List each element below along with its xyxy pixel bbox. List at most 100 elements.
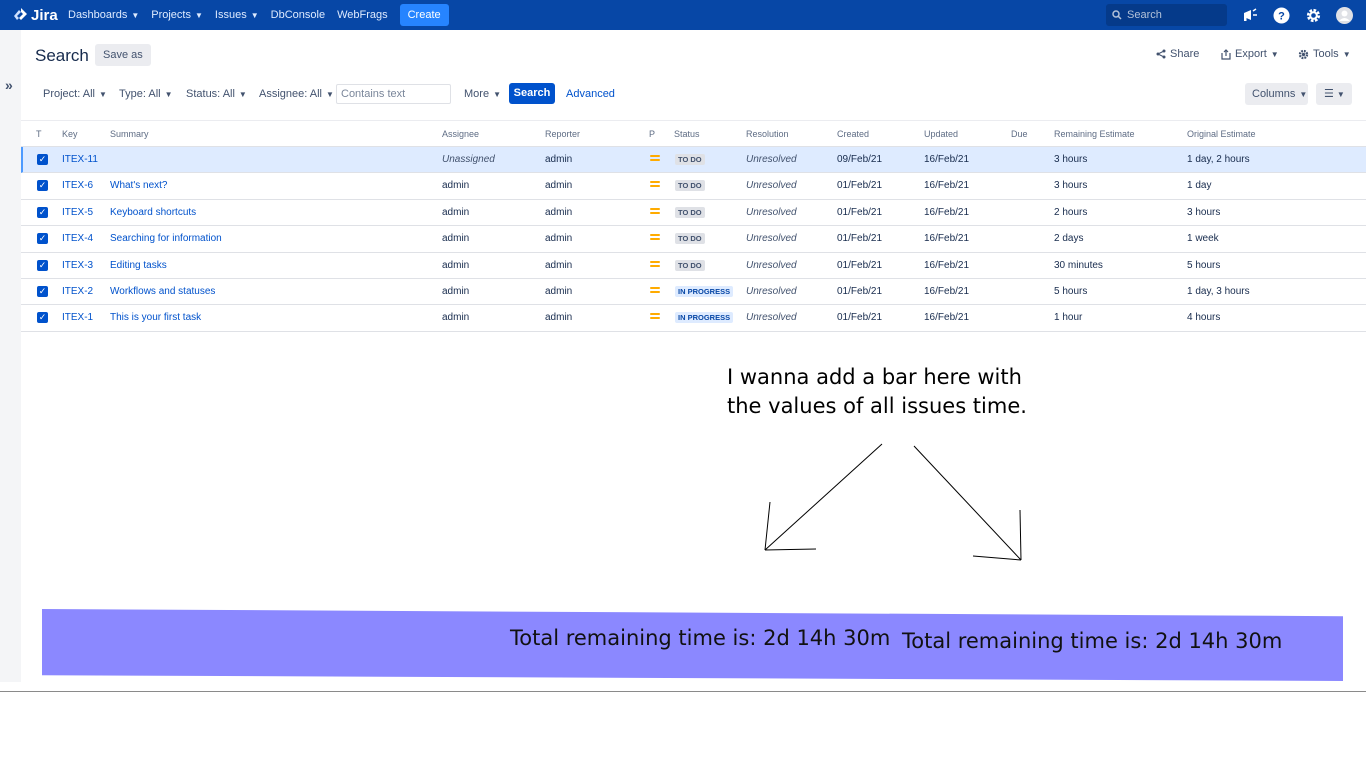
issue-key[interactable]: ITEX-1 [62,312,93,323]
status-badge[interactable]: IN PROGRESS [675,285,734,297]
create-button[interactable]: Create [399,4,449,26]
nav-dashboards[interactable]: Dashboards ▼ [68,9,139,21]
columns-button[interactable]: Columns ▼ [1245,83,1308,105]
issue-key[interactable]: ITEX-5 [62,207,93,218]
table-row[interactable]: ✓ ITEX-6 What's next? admin admin Unresolved 0… [21,173,1366,200]
priority-medium-icon [650,155,660,163]
status-badge[interactable]: TO DO [675,259,705,271]
issue-resolution: Unresolved [746,206,797,218]
nav-projects[interactable]: Projects ▼ [151,9,203,21]
priority-medium-icon [650,207,660,216]
table-row[interactable]: ✓ ITEX-1 This is your first task admin admin… [21,305,1366,332]
row-checkbox[interactable]: ✓ [37,233,48,245]
issue-original-estimate: 4 hours [1187,312,1221,324]
col-header-remaining-estimate[interactable]: Remaining Estimate [1054,129,1135,139]
nav-webfrags-label: WebFrags [337,9,388,21]
row-checkbox[interactable]: ✓ [37,154,48,165]
col-header-created[interactable]: Created [837,129,869,139]
col-header-assignee[interactable]: Assignee [442,129,479,139]
share-label: Share [1170,48,1200,60]
issue-original-estimate: 1 week [1187,233,1219,245]
issue-key[interactable]: ITEX-11 [62,154,98,165]
issue-summary[interactable]: Editing tasks [110,260,167,271]
status-badge[interactable]: TO DO [675,180,705,192]
issue-summary[interactable]: Searching for information [110,233,222,244]
export-icon [1221,48,1231,60]
col-header-resolution[interactable]: Resolution [746,129,789,139]
type-filter[interactable]: Type: All ▼ [119,88,173,100]
issue-original-estimate: 1 day, 2 hours [1187,154,1250,165]
issue-assignee: admin [442,259,470,271]
issue-summary[interactable]: Workflows and statuses [110,286,215,297]
share-button[interactable]: Share [1156,48,1199,60]
col-header-key[interactable]: Key [62,129,78,139]
chevron-down-icon: ▼ [250,10,259,20]
table-row[interactable]: ✓ ITEX-5 Keyboard shortcuts admin admin Unres… [21,200,1366,227]
export-button[interactable]: Export ▼ [1221,48,1279,60]
chevron-down-icon: ▼ [1270,49,1279,59]
notifications-megaphone-icon[interactable] [1241,6,1259,24]
annotation-note: I wanna add a bar here with the values o… [727,365,1027,418]
issue-updated: 16/Feb/21 [924,180,970,192]
search-button[interactable]: Search [509,83,555,104]
issue-summary[interactable]: Keyboard shortcuts [110,207,196,218]
nav-projects-label: Projects [151,9,191,21]
status-badge[interactable]: TO DO [675,206,705,218]
col-header-priority[interactable]: P [649,129,655,139]
top-navigation: Jira Dashboards ▼ Projects ▼ Issues ▼ DbCon… [0,0,1366,30]
project-filter[interactable]: Project: All ▼ [43,88,107,100]
issue-summary[interactable]: This is your first task [110,312,201,323]
global-search-input[interactable]: Search [1106,4,1227,26]
issue-resolution: Unresolved [746,285,797,297]
issue-key[interactable]: ITEX-3 [62,260,93,271]
share-icon [1156,49,1166,59]
more-filter[interactable]: More ▼ [464,88,501,100]
jira-logo[interactable]: Jira [14,7,68,24]
table-row[interactable]: ✓ ITEX-2 Workflows and statuses admin admin U… [21,279,1366,306]
page-title: Search [35,46,89,65]
row-checkbox[interactable]: ✓ [37,180,48,192]
row-checkbox[interactable]: ✓ [37,312,48,324]
settings-gear-icon[interactable] [1304,6,1322,24]
status-badge[interactable]: TO DO [675,154,705,165]
col-header-summary[interactable]: Summary [110,129,149,139]
row-checkbox[interactable]: ✓ [37,259,48,271]
status-filter[interactable]: Status: All ▼ [186,88,247,100]
tools-button[interactable]: Tools ▼ [1298,48,1351,60]
table-row[interactable]: ✓ ITEX-3 Editing tasks admin admin Unresolved… [21,253,1366,279]
row-checkbox[interactable]: ✓ [37,206,48,218]
nav-issues[interactable]: Issues ▼ [215,9,259,21]
col-header-original-estimate[interactable]: Original Estimate [1187,129,1256,139]
contains-text-input[interactable] [336,84,451,104]
table-row[interactable]: ✓ ITEX-11 Unassigned admin Unresolved 09/Feb/… [21,147,1366,174]
issue-reporter: admin [545,285,573,297]
assignee-filter[interactable]: Assignee: All ▼ [259,88,334,100]
table-row[interactable]: ✓ ITEX-4 Searching for information admin adm… [21,226,1366,253]
expand-sidebar-icon[interactable]: » [5,77,13,93]
user-avatar[interactable] [1335,6,1353,24]
issue-key[interactable]: ITEX-4 [62,233,93,244]
issue-summary[interactable]: What's next? [110,180,168,191]
col-header-due[interactable]: Due [1011,129,1028,139]
issue-reporter: admin [545,180,573,192]
col-header-reporter[interactable]: Reporter [545,129,580,139]
issue-updated: 16/Feb/21 [924,206,970,218]
col-header-updated[interactable]: Updated [924,129,958,139]
save-as-button[interactable]: Save as [95,44,151,66]
col-header-status[interactable]: Status [674,129,700,139]
issue-key[interactable]: ITEX-2 [62,286,93,297]
issue-key[interactable]: ITEX-6 [62,180,93,191]
row-checkbox[interactable]: ✓ [37,285,48,297]
status-badge[interactable]: IN PROGRESS [675,312,734,324]
advanced-search-link[interactable]: Advanced [566,88,615,100]
issue-created: 01/Feb/21 [837,233,883,245]
layout-switcher-button[interactable]: ☰ ▼ [1316,83,1352,105]
status-badge[interactable]: TO DO [675,233,705,245]
help-icon[interactable]: ? [1272,6,1290,24]
app-root: Jira Dashboards ▼ Projects ▼ Issues ▼ DbCon… [0,0,1366,768]
nav-dbconsole[interactable]: DbConsole [271,9,325,21]
nav-webfrags[interactable]: WebFrags [337,9,388,21]
col-header-type[interactable]: T [36,129,42,139]
chevron-down-icon: ▼ [238,89,247,99]
issue-updated: 16/Feb/21 [924,154,970,165]
